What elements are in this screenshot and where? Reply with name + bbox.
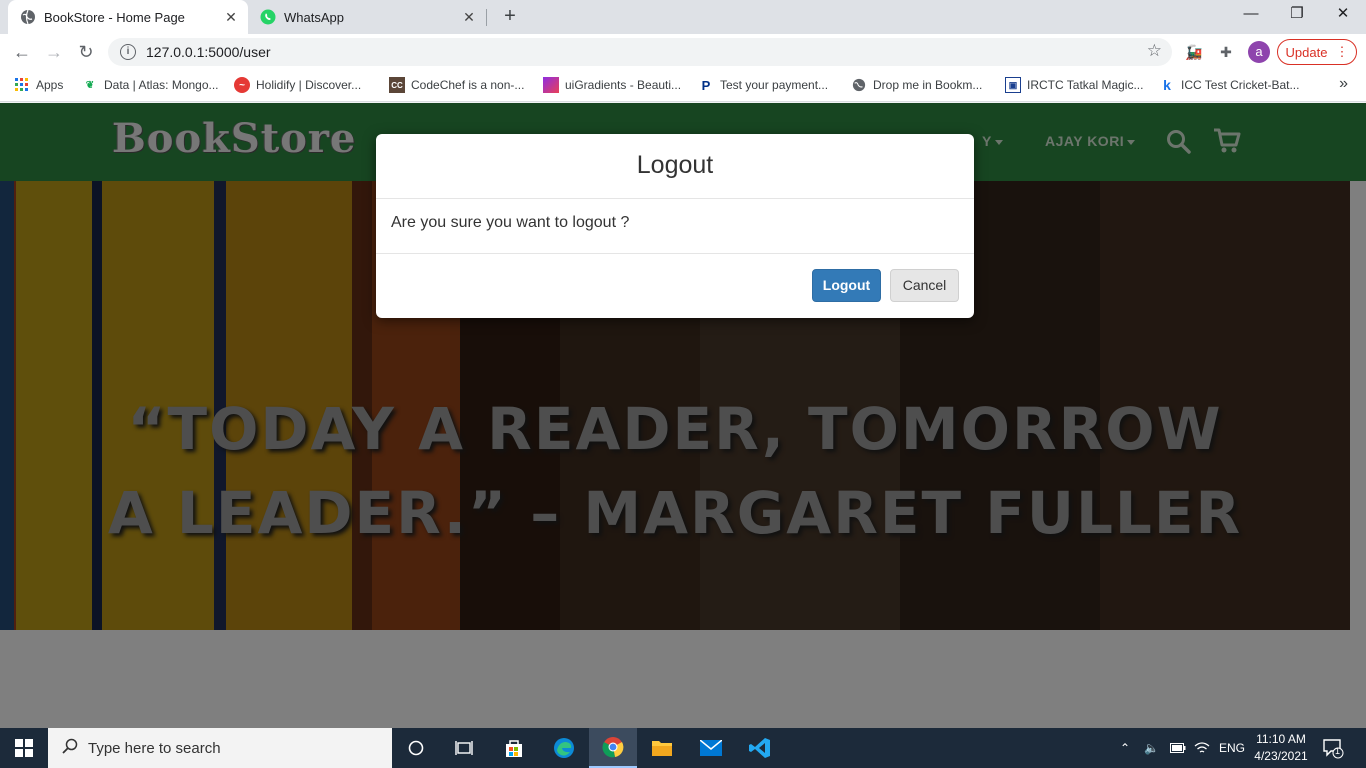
irctc-icon: ▣ (1005, 77, 1021, 93)
bookmark-icc[interactable]: k ICC Test Cricket-Bat... (1159, 77, 1299, 93)
bookmark-label: Data | Atlas: Mongo... (104, 78, 219, 92)
leaf-icon: ❦ (85, 79, 95, 91)
minimize-icon[interactable]: — (1228, 0, 1274, 30)
cortana-icon[interactable] (392, 728, 440, 768)
logout-button[interactable]: Logout (812, 269, 881, 302)
bookmark-label: Drop me in Bookm... (873, 78, 983, 92)
bookmark-paypal[interactable]: P Test your payment... (698, 77, 828, 93)
tab-strip: BookStore - Home Page ✕ WhatsApp ✕ + — ❐… (0, 0, 1366, 34)
puzzle-icon[interactable]: ✚ (1216, 42, 1236, 62)
close-tab-icon[interactable]: ✕ (220, 9, 242, 26)
reload-icon[interactable]: ↻ (74, 40, 98, 64)
battery-icon[interactable] (1170, 728, 1186, 768)
cancel-button[interactable]: Cancel (890, 269, 959, 302)
show-hidden-icons[interactable]: ⌃ (1120, 728, 1130, 768)
back-icon[interactable]: ← (10, 40, 34, 64)
bookmarks-bar: Apps ❦ Data | Atlas: Mongo... ~ Holidify… (0, 70, 1366, 102)
file-explorer-icon[interactable] (638, 728, 686, 768)
bookmark-mongodb[interactable]: ❦ Data | Atlas: Mongo... (82, 77, 219, 93)
bookmark-dropme[interactable]: Drop me in Bookm... (851, 77, 982, 93)
bookmark-irctc[interactable]: ▣ IRCTC Tatkal Magic... (1005, 77, 1143, 93)
bookmark-label: uiGradients - Beauti... (565, 78, 682, 92)
modal-title: Logout (376, 134, 974, 199)
bookmark-label: Test your payment... (720, 78, 829, 92)
notification-count: 1 (1335, 746, 1341, 756)
toolbar: ← → ↻ i 127.0.0.1:5000/user ☆ 🚂 ✚ a Upda… (0, 34, 1366, 70)
icc-icon: k (1163, 77, 1171, 93)
address-bar[interactable]: i 127.0.0.1:5000/user ☆ (108, 38, 1172, 66)
modal-message: Are you sure you want to logout ? (376, 199, 974, 254)
edge-icon[interactable] (540, 728, 588, 768)
tab-whatsapp[interactable]: WhatsApp ✕ (248, 0, 486, 34)
chrome-icon[interactable] (589, 728, 637, 768)
bookmark-label: Holidify | Discover... (256, 78, 362, 92)
bookmark-label: ICC Test Cricket-Bat... (1181, 78, 1300, 92)
bookmark-star-icon[interactable]: ☆ (1147, 41, 1162, 61)
paypal-icon: P (701, 77, 711, 93)
speaker-icon[interactable]: 🔈 (1144, 728, 1159, 768)
modal-footer: Logout Cancel (376, 254, 974, 318)
codechef-icon: CC (389, 77, 405, 93)
tab-title: BookStore - Home Page (44, 9, 185, 25)
bookmark-codechef[interactable]: CC CodeChef is a non-... (389, 77, 524, 93)
bookmark-holidify[interactable]: ~ Holidify | Discover... (234, 77, 361, 93)
extension-icon[interactable]: 🚂 (1184, 42, 1204, 62)
close-window-icon[interactable]: ✕ (1320, 0, 1366, 30)
gradient-icon (543, 77, 559, 93)
tab-bookstore[interactable]: BookStore - Home Page ✕ (8, 0, 248, 34)
update-label: Update (1285, 44, 1328, 60)
url-text: 127.0.0.1:5000/user (146, 44, 271, 60)
holidify-icon: ~ (234, 77, 250, 93)
new-tab-icon[interactable]: + (498, 4, 522, 28)
bookmark-label: Apps (36, 78, 64, 92)
avatar[interactable]: a (1248, 41, 1270, 63)
vscode-icon[interactable] (736, 728, 784, 768)
taskbar-search[interactable]: Type here to search (48, 728, 392, 768)
restore-icon[interactable]: ❐ (1274, 0, 1320, 30)
globe-icon (851, 77, 867, 93)
web-page: BookStore Y AJAY KORI “TODAY A READER, T… (0, 103, 1366, 728)
bookmark-uigradients[interactable]: uiGradients - Beauti... (543, 77, 681, 93)
tab-title: WhatsApp (284, 9, 344, 25)
update-button[interactable]: Update ⋮ (1277, 39, 1357, 65)
more-vert-icon: ⋮ (1335, 44, 1349, 59)
bookmark-label: IRCTC Tatkal Magic... (1027, 78, 1144, 92)
task-view-icon[interactable] (440, 728, 488, 768)
search-placeholder: Type here to search (88, 739, 221, 757)
clock[interactable]: 11:10 AM 4/23/2021 (1248, 731, 1314, 765)
logout-modal: Logout Are you sure you want to logout ?… (376, 134, 974, 318)
clock-time: 11:10 AM (1256, 732, 1306, 746)
bookmark-apps[interactable]: Apps (14, 77, 63, 93)
close-tab-icon[interactable]: ✕ (458, 9, 480, 26)
search-icon (62, 738, 78, 758)
network-icon[interactable] (1194, 728, 1210, 768)
forward-icon[interactable]: → (42, 40, 66, 64)
tab-separator (486, 9, 487, 26)
apps-grid-icon (14, 77, 30, 93)
notification-icon[interactable]: 1 (1322, 728, 1344, 768)
whatsapp-icon (260, 9, 276, 25)
store-icon[interactable] (490, 728, 538, 768)
globe-icon (20, 9, 36, 25)
windows-start-icon[interactable] (0, 728, 48, 768)
language-indicator[interactable]: ENG (1219, 728, 1245, 768)
clock-date: 4/23/2021 (1254, 749, 1308, 763)
mail-icon[interactable] (687, 728, 735, 768)
bookmark-label: CodeChef is a non-... (411, 78, 525, 92)
site-info-icon[interactable]: i (120, 44, 136, 60)
taskbar: Type here to search ⌃ 🔈 ENG 11:10 AM 4/2… (0, 728, 1366, 768)
more-bookmarks-icon[interactable]: » (1339, 75, 1348, 93)
